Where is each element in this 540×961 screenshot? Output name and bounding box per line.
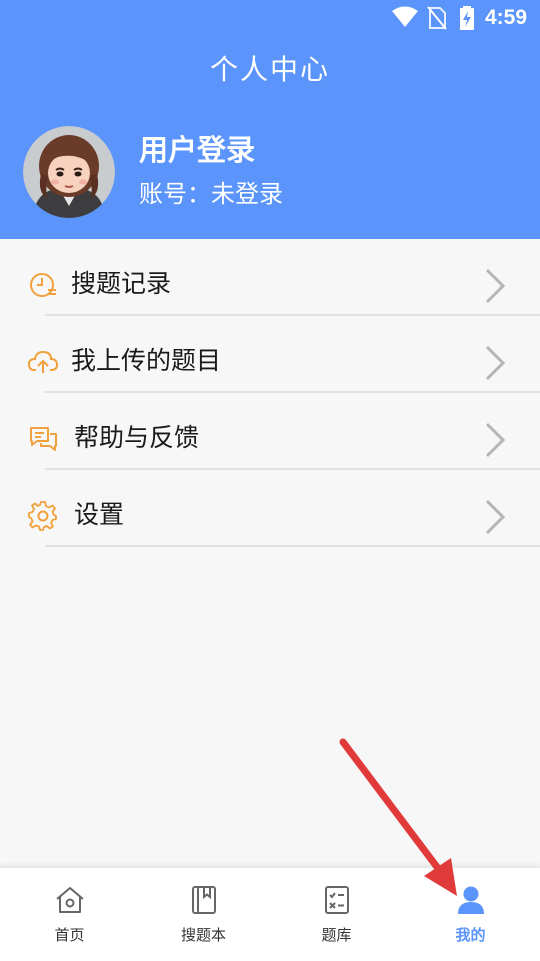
menu-item-search-history[interactable]: 搜题记录 xyxy=(0,239,540,316)
tab-home[interactable]: 首页 xyxy=(2,868,137,961)
chevron-right-icon xyxy=(485,345,506,381)
tab-mine[interactable]: 我的 xyxy=(403,868,538,961)
status-time: 4:59 xyxy=(484,6,527,29)
cloud-upload-icon xyxy=(28,350,58,373)
battery-charging-icon xyxy=(460,6,474,30)
user-login-title[interactable]: 用户登录 xyxy=(139,130,255,170)
menu-label: 帮助与反馈 xyxy=(74,423,200,452)
page-title: 个人中心 xyxy=(209,53,330,86)
clock-history-icon xyxy=(30,273,56,297)
tab-label: 题库 xyxy=(321,926,352,944)
menu-item-my-uploads[interactable]: 我上传的题目 xyxy=(0,316,540,393)
chat-feedback-icon xyxy=(30,427,57,451)
gear-icon xyxy=(28,501,57,531)
menu-item-help-feedback[interactable]: 帮助与反馈 xyxy=(0,393,540,470)
wifi-icon xyxy=(392,6,418,27)
account-status: 账号：未登录 xyxy=(139,180,283,208)
chevron-right-icon xyxy=(485,499,506,535)
menu-list: 搜题记录 我上传的题目 帮助与反馈 设置 xyxy=(0,239,540,547)
question-bank-icon xyxy=(324,886,349,914)
chevron-right-icon xyxy=(485,268,506,304)
avatar[interactable] xyxy=(23,126,115,218)
tab-label: 我的 xyxy=(455,926,486,944)
profile-header: 4:59 个人中心 用户登录 账号：未登录 xyxy=(0,0,540,239)
chevron-right-icon xyxy=(485,422,506,458)
user-icon xyxy=(457,886,484,914)
menu-label: 搜题记录 xyxy=(71,269,172,298)
home-icon xyxy=(55,887,84,913)
tab-label: 搜题本 xyxy=(180,926,226,944)
menu-item-settings[interactable]: 设置 xyxy=(0,470,540,547)
tab-label: 首页 xyxy=(54,926,85,944)
notebook-icon xyxy=(191,886,216,914)
no-sim-icon xyxy=(427,6,447,30)
status-bar: 4:59 xyxy=(0,0,540,36)
menu-label: 设置 xyxy=(74,500,125,529)
menu-label: 我上传的题目 xyxy=(71,346,222,375)
tab-question-bank[interactable]: 题库 xyxy=(269,868,404,961)
tab-search-notebook[interactable]: 搜题本 xyxy=(136,868,271,961)
bottom-nav: 首页 搜题本 题库 我的 xyxy=(0,867,540,961)
